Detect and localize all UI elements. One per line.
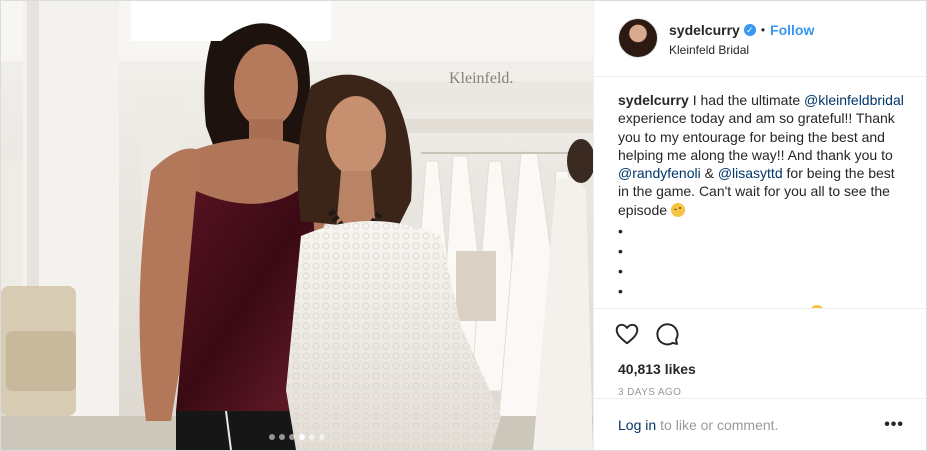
separator-dot: • [760, 23, 766, 37]
caption-area[interactable]: sydelcurry I had the ultimate @kleinfeld… [594, 77, 926, 309]
comment-bubble-icon[interactable] [654, 321, 680, 347]
name-row: sydelcurry ✓ • Follow [669, 21, 814, 39]
mention-randyfenoli[interactable]: @randyfenoli [618, 165, 701, 181]
post-timestamp[interactable]: 3 DAYS AGO [594, 377, 926, 398]
avatar[interactable] [618, 18, 658, 58]
photo-illustration: Kleinfeld. [1, 1, 593, 450]
post-photo[interactable]: Kleinfeld. [1, 1, 593, 450]
post-side-panel: sydelcurry ✓ • Follow Kleinfeld Bridal s… [593, 1, 926, 450]
mention-kleinfeldbridal[interactable]: @kleinfeldbridal [804, 92, 904, 108]
username-link[interactable]: sydelcurry [669, 22, 740, 38]
post-header: sydelcurry ✓ • Follow Kleinfeld Bridal [594, 1, 926, 77]
store-sign: Kleinfeld. [449, 70, 513, 87]
mention-lisasyttd[interactable]: @lisasyttd [718, 165, 783, 181]
carousel-dot [269, 434, 275, 440]
action-bar [594, 309, 926, 353]
caption-bullet: • [618, 223, 623, 240]
follow-button[interactable]: Follow [770, 22, 814, 38]
winking-face-emoji [670, 202, 685, 217]
location-link[interactable]: Kleinfeld Bridal [669, 43, 814, 57]
carousel-dot [299, 434, 305, 440]
caption-text: sydelcurry I had the ultimate @kleinfeld… [618, 91, 906, 219]
caption-part-1: I had the ultimate [692, 92, 805, 108]
caption-bullet: • [618, 263, 623, 280]
caption-username[interactable]: sydelcurry [618, 92, 689, 108]
more-options-icon[interactable]: ••• [884, 416, 904, 432]
comment-bar: Log in to like or comment. ••• [594, 398, 926, 450]
caption-part-2: experience today and am so grateful!! Th… [618, 110, 895, 163]
carousel-indicator [1, 434, 593, 440]
carousel-dot [319, 434, 325, 440]
carousel-dot [309, 434, 315, 440]
header-text: sydelcurry ✓ • Follow Kleinfeld Bridal [669, 18, 814, 57]
comment-prompt: to like or comment. [660, 416, 779, 433]
heart-icon[interactable] [614, 321, 640, 347]
carousel-dot [279, 434, 285, 440]
caption-bullet: • [618, 243, 623, 260]
like-count[interactable]: 40,813 likes [594, 353, 926, 377]
caption-bullet: • [618, 283, 623, 300]
instagram-post: Kleinfeld. sydelcurry ✓ • Follow Kleinfe… [0, 0, 927, 451]
login-link[interactable]: Log in [618, 417, 656, 433]
verified-badge-icon: ✓ [743, 24, 756, 36]
carousel-dot [289, 434, 295, 440]
emoji-peek [810, 305, 824, 308]
caption-part-3: & [700, 165, 718, 182]
caption-bullet-list: • • • • [618, 221, 906, 301]
